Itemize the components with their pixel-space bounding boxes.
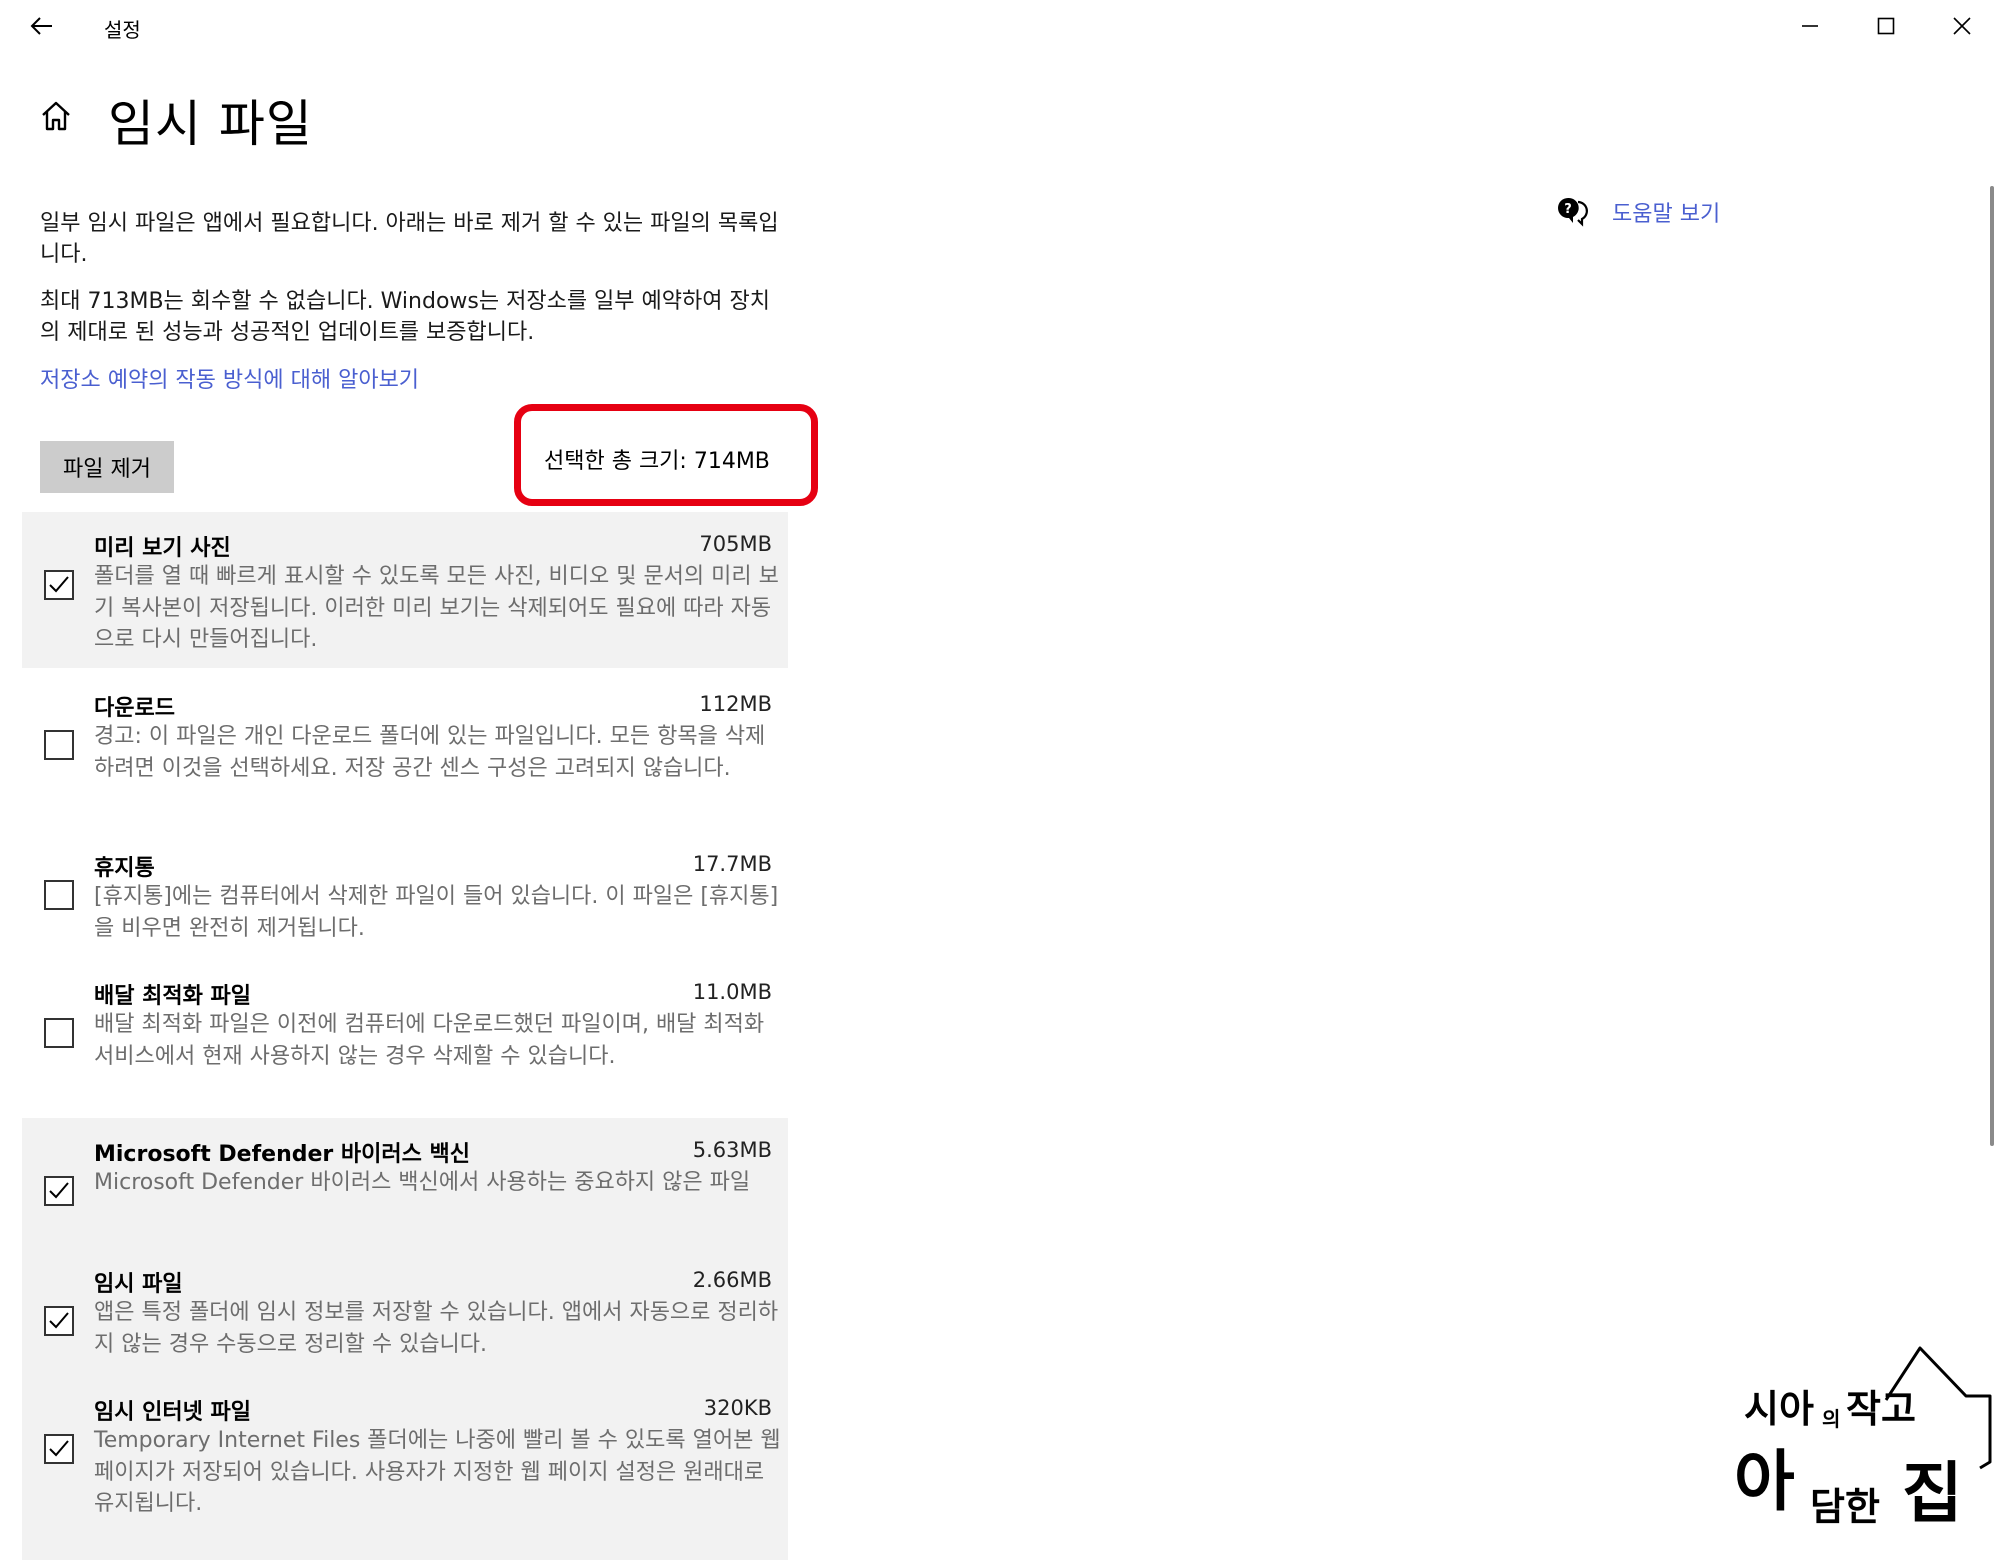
svg-text:시아: 시아 xyxy=(1744,1387,1814,1431)
svg-text:의: 의 xyxy=(1822,1407,1840,1431)
remove-files-button[interactable]: 파일 제거 xyxy=(40,441,174,493)
checkmark-icon xyxy=(49,576,69,593)
maximize-button[interactable] xyxy=(1848,0,1924,52)
item-checkbox[interactable] xyxy=(44,1434,74,1464)
description-text-1: 일부 임시 파일은 앱에서 필요합니다. 아래는 바로 제거 할 수 있는 파일… xyxy=(40,211,779,267)
item-title: 임시 인터넷 파일 xyxy=(94,1400,251,1425)
window-title: 설정 xyxy=(104,18,141,42)
close-icon xyxy=(1953,17,1971,35)
item-size: 5.63MB xyxy=(692,1138,772,1162)
svg-text:?: ? xyxy=(1564,202,1572,217)
learn-storage-reserve-link[interactable]: 저장소 예약의 작동 방식에 대해 알아보기 xyxy=(40,362,419,394)
item-size: 17.7MB xyxy=(692,852,772,876)
list-item[interactable]: 다운로드 112MB 경고: 이 파일은 개인 다운로드 폴더에 있는 파일입니다.… xyxy=(22,672,788,832)
maximize-icon xyxy=(1877,17,1895,35)
selected-total-size: 선택한 총 크기: 714MB xyxy=(544,449,770,474)
item-size: 320KB xyxy=(703,1396,772,1420)
item-size: 112MB xyxy=(699,692,772,716)
list-item[interactable]: 휴지통 17.7MB [휴지통]에는 컴퓨터에서 삭제한 파일이 들어 있습니다. … xyxy=(22,832,788,960)
item-title: 휴지통 xyxy=(94,856,155,881)
back-button[interactable] xyxy=(18,8,64,44)
back-arrow-icon xyxy=(30,17,52,35)
watermark-logo: 시아 의 작고 아 담한 집 xyxy=(1734,1346,1992,1532)
minimize-button[interactable] xyxy=(1772,0,1848,52)
item-title: 미리 보기 사진 xyxy=(94,536,231,561)
close-button[interactable] xyxy=(1924,0,2000,52)
item-checkbox[interactable] xyxy=(44,880,74,910)
help-chat-icon: ? xyxy=(1558,197,1588,227)
item-checkbox[interactable] xyxy=(44,730,74,760)
svg-text:아: 아 xyxy=(1734,1443,1795,1520)
item-description: 배달 최적화 파일은 이전에 컴퓨터에 다운로드했던 파일이며, 배달 최적화 … xyxy=(94,1012,765,1069)
list-item[interactable]: 임시 파일 2.66MB 앱은 특정 폴더에 임시 정보를 저장할 수 있습니다. … xyxy=(22,1248,788,1376)
item-title: 배달 최적화 파일 xyxy=(94,984,251,1009)
page-title: 임시 파일 xyxy=(108,95,313,153)
item-size: 2.66MB xyxy=(692,1268,772,1292)
item-checkbox[interactable] xyxy=(44,570,74,600)
home-icon[interactable] xyxy=(38,98,74,134)
get-help-link[interactable]: 도움말 보기 xyxy=(1612,196,1720,228)
checkmark-icon xyxy=(49,1312,69,1329)
item-title: 다운로드 xyxy=(94,696,175,721)
svg-text:집: 집 xyxy=(1902,1455,1963,1532)
item-checkbox[interactable] xyxy=(44,1306,74,1336)
item-checkbox[interactable] xyxy=(44,1176,74,1206)
item-description: Temporary Internet Files 폴더에는 나중에 빨리 볼 수… xyxy=(94,1428,781,1516)
checkmark-icon xyxy=(49,1440,69,1457)
svg-text:작고: 작고 xyxy=(1846,1387,1916,1431)
item-size: 705MB xyxy=(699,532,772,556)
item-description: 경고: 이 파일은 개인 다운로드 폴더에 있는 파일입니다. 모든 항목을 삭… xyxy=(94,724,766,781)
item-description: 폴더를 열 때 빠르게 표시할 수 있도록 모든 사진, 비디오 및 문서의 미… xyxy=(94,564,779,652)
item-title: Microsoft Defender 바이러스 백신 xyxy=(94,1142,471,1167)
item-description: [휴지통]에는 컴퓨터에서 삭제한 파일이 들어 있습니다. 이 파일은 [휴지… xyxy=(94,884,779,941)
minimize-icon xyxy=(1802,25,1818,27)
item-description: 앱은 특정 폴더에 임시 정보를 저장할 수 있습니다. 앱에서 자동으로 정리… xyxy=(94,1300,779,1357)
list-item[interactable]: 미리 보기 사진 705MB 폴더를 열 때 빠르게 표시할 수 있도록 모든 사진… xyxy=(22,512,788,668)
item-size: 11.0MB xyxy=(692,980,772,1004)
scrollbar[interactable] xyxy=(1990,186,1994,1146)
description-text-2: 최대 713MB는 회수할 수 없습니다. Windows는 저장소를 일부 예… xyxy=(40,289,770,345)
svg-text:담한: 담한 xyxy=(1810,1485,1880,1529)
list-item[interactable]: 임시 인터넷 파일 320KB Temporary Internet Files 폴… xyxy=(22,1376,788,1560)
list-item[interactable]: Microsoft Defender 바이러스 백신 5.63MB Microsof… xyxy=(22,1118,788,1248)
item-title: 임시 파일 xyxy=(94,1272,183,1297)
list-item[interactable]: 배달 최적화 파일 11.0MB 배달 최적화 파일은 이전에 컴퓨터에 다운로드했… xyxy=(22,960,788,1118)
item-checkbox[interactable] xyxy=(44,1018,74,1048)
checkmark-icon xyxy=(49,1182,69,1199)
item-description: Microsoft Defender 바이러스 백신에서 사용하는 중요하지 않… xyxy=(94,1170,751,1195)
